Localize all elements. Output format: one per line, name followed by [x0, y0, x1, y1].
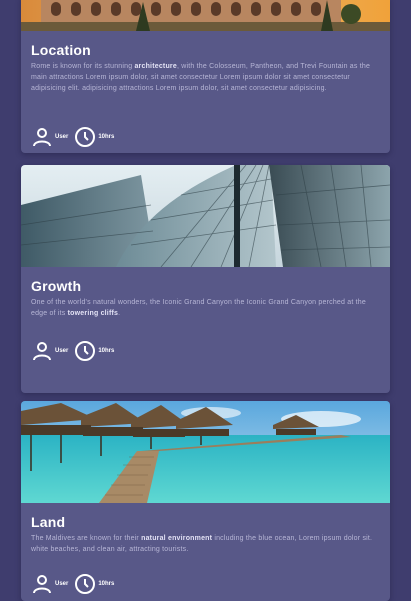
time-label: 10hrs	[98, 581, 115, 587]
card-title: Land	[31, 514, 66, 530]
user-icon[interactable]	[31, 340, 53, 362]
user-label: User	[55, 348, 69, 354]
time-label: 10hrs	[98, 134, 115, 140]
card-location[interactable]: Location Rome is known for its stunning …	[21, 0, 390, 153]
card-image-skyscrapers	[21, 165, 390, 267]
user-label: User	[55, 134, 69, 140]
card-title: Growth	[31, 278, 82, 294]
card-description: Rome is known for its stunning architect…	[31, 63, 371, 92]
time-label: 10hrs	[98, 348, 115, 354]
user-label: User	[55, 581, 69, 587]
card-image-colosseum	[21, 0, 390, 31]
clock-icon[interactable]	[74, 126, 96, 148]
card-image-maldives	[21, 401, 390, 503]
card-growth[interactable]: Growth One of the world's natural wonder…	[21, 165, 390, 393]
card-description: The Maldives are known for their natural…	[31, 535, 373, 553]
card-meta: User 10hrs	[31, 126, 120, 148]
card-title: Location	[31, 42, 91, 58]
card-land[interactable]: Land The Maldives are known for their na…	[21, 401, 390, 601]
card-description: One of the world's natural wonders, the …	[31, 299, 366, 317]
card-meta: User 10hrs	[31, 340, 120, 362]
clock-icon[interactable]	[74, 340, 96, 362]
user-icon[interactable]	[31, 126, 53, 148]
